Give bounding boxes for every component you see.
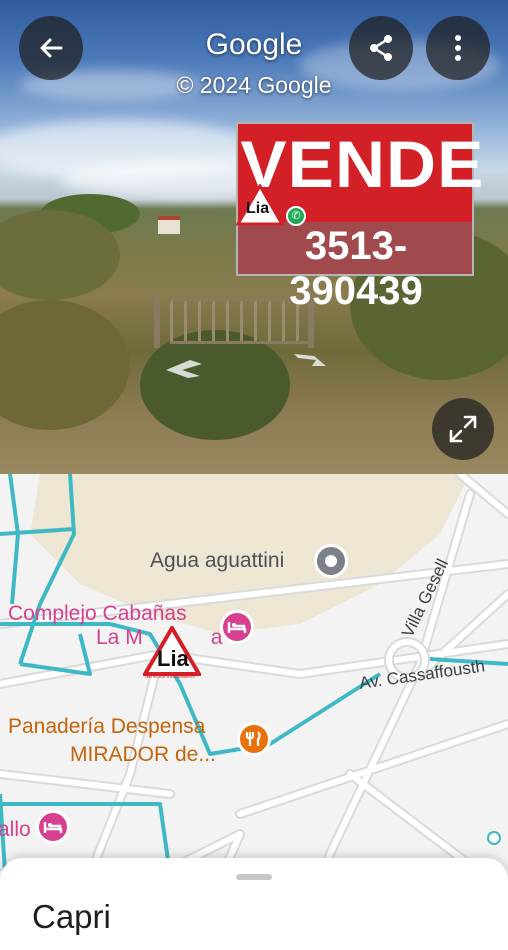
nav-arrow-left-icon[interactable] [164,358,204,380]
share-icon [370,35,392,61]
pin-icon [325,555,337,567]
bed-icon [227,622,247,633]
poi-label-agua[interactable]: Agua aguattini [150,549,284,573]
street-view-panorama[interactable]: VENDE 3513-390439 Lia ✆ Google © 2024 Go… [0,0,508,474]
more-options-button[interactable] [426,16,490,80]
fork-knife-icon [245,731,261,746]
bed-icon [43,822,63,833]
poi-marker-restaurant[interactable] [237,722,271,756]
more-vert-icon [455,35,461,61]
for-sale-sign: VENDE 3513-390439 Lia ✆ [235,122,483,313]
poi-marker-lodging[interactable] [220,610,254,644]
place-bottom-sheet[interactable]: Capri [0,858,508,950]
poi-marker-grey[interactable] [314,544,348,578]
drag-handle[interactable] [236,874,272,880]
whatsapp-icon: ✆ [286,206,306,226]
sign-phone-number: 3513-390439 [289,224,423,313]
copyright-text: © 2024 Google [176,72,332,98]
lia-property-marker[interactable]: Lia Servicios Inmobiliarios [141,624,203,682]
poi-label-panaderia[interactable]: Panadería Despensa MIRADOR de... [8,713,216,769]
nav-arrow-right-icon[interactable] [292,350,328,372]
poi-marker-lodging-2[interactable] [36,810,70,844]
fullscreen-icon [449,415,477,443]
place-name: Capri [32,898,111,935]
share-button[interactable] [349,16,413,80]
distant-house [158,216,180,234]
sign-brand-logo: Lia [235,183,285,226]
fullscreen-button[interactable] [432,398,494,460]
poi-label-partial[interactable]: allo [0,818,31,842]
